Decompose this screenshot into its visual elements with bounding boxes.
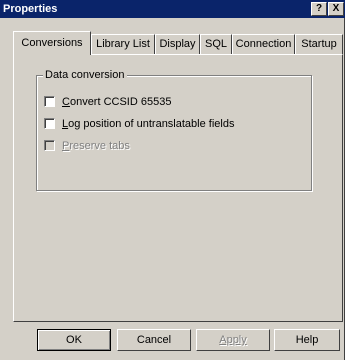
tab-startup[interactable]: Startup [295, 34, 343, 54]
title-bar[interactable]: Properties ? X [0, 0, 345, 18]
convert-ccsid-checkbox[interactable] [44, 96, 55, 107]
tab-sql[interactable]: SQL [200, 34, 232, 54]
conversions-tab-panel: Data conversion Convert CCSID 65535 Log … [13, 54, 343, 322]
tab-strip: Library List Display SQL Connection Star… [0, 31, 345, 55]
tab-display[interactable]: Display [155, 34, 200, 54]
close-title-button[interactable]: X [328, 2, 344, 16]
apply-button: Apply [196, 329, 270, 351]
tab-connection[interactable]: Connection [232, 34, 295, 54]
tab-conversions[interactable]: Conversions [13, 31, 91, 55]
log-untranslatable-checkbox[interactable] [44, 118, 55, 129]
preserve-tabs-checkbox [44, 140, 55, 151]
help-title-button[interactable]: ? [311, 2, 327, 16]
data-conversion-group: Data conversion Convert CCSID 65535 Log … [36, 68, 312, 191]
help-button[interactable]: Help [274, 329, 340, 351]
ok-button[interactable]: OK [37, 329, 111, 351]
data-conversion-group-label: Data conversion [43, 68, 127, 82]
properties-dialog: Properties ? X Library List Display SQL … [0, 0, 345, 360]
window-title: Properties [3, 3, 58, 15]
preserve-tabs-label: Preserve tabs [62, 140, 130, 152]
log-untranslatable-label[interactable]: Log position of untranslatable fields [62, 117, 234, 131]
cancel-button[interactable]: Cancel [117, 329, 191, 351]
tab-library-list[interactable]: Library List [91, 34, 155, 54]
convert-ccsid-label[interactable]: Convert CCSID 65535 [62, 95, 171, 109]
